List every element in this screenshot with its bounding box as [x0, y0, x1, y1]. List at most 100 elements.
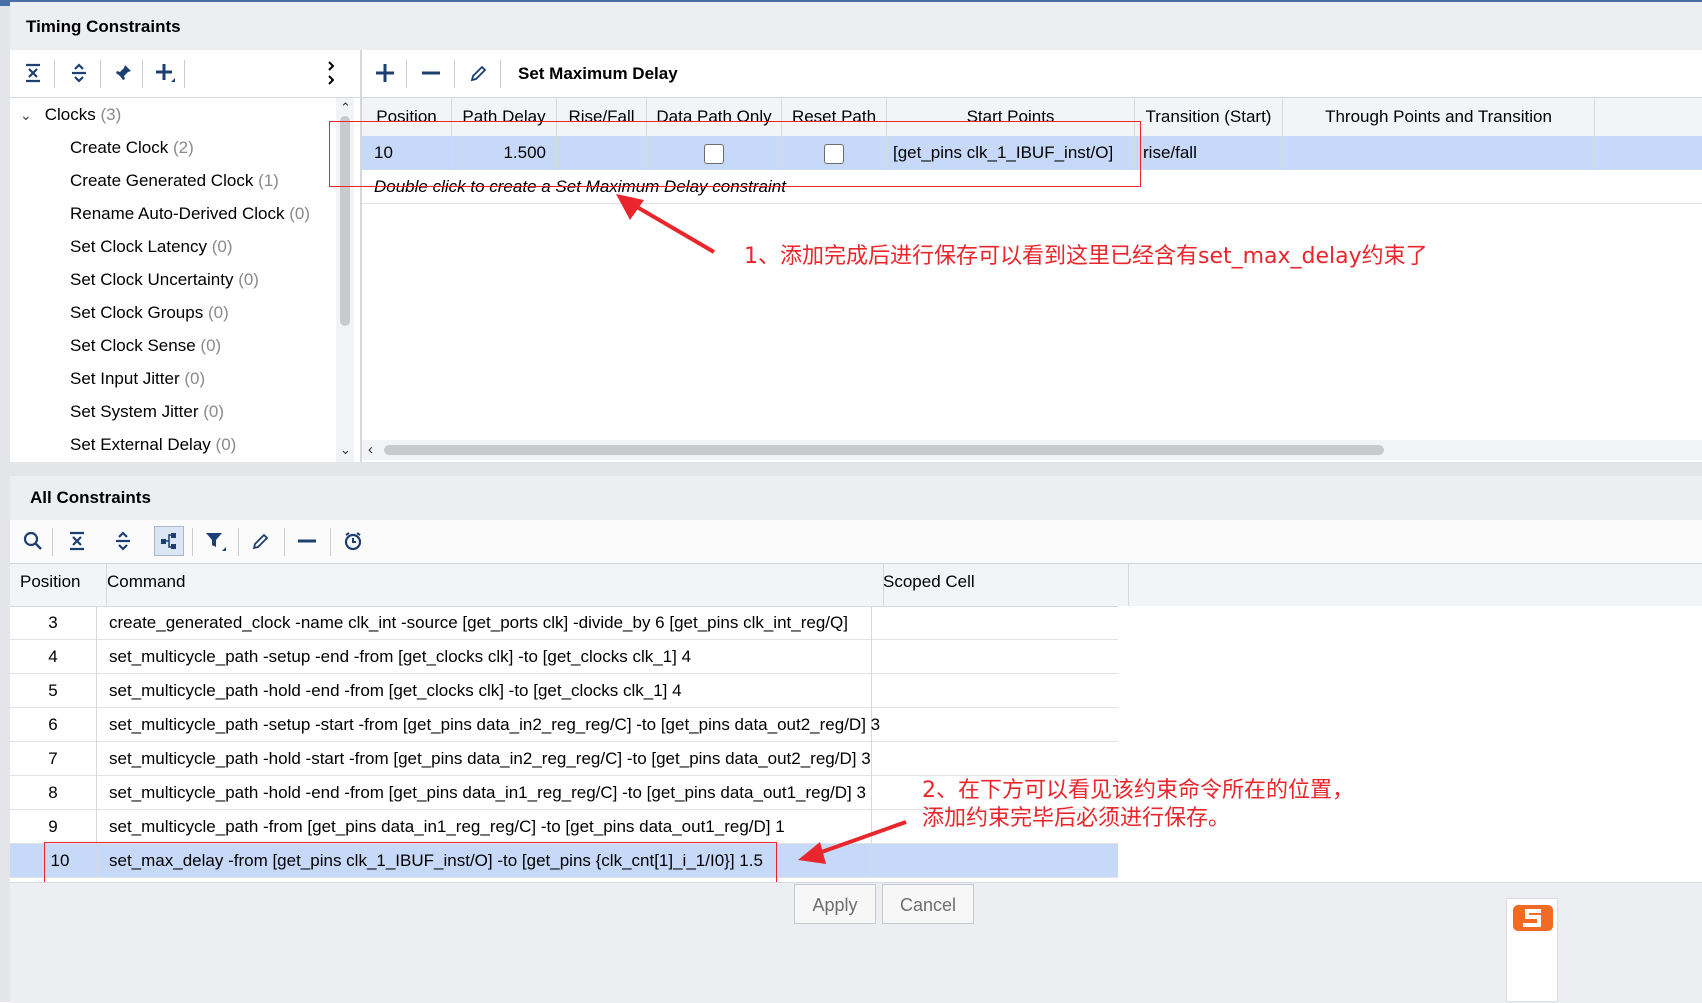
- cell-transition-start[interactable]: rise/fall: [1135, 136, 1283, 170]
- panel-title: Timing Constraints: [26, 17, 181, 36]
- tree-node-label: Set Clock Latency: [70, 237, 208, 256]
- toolbar-separator: [406, 60, 407, 88]
- column-header-command[interactable]: Command: [97, 564, 884, 606]
- scroll-down-icon[interactable]: ⌄: [340, 442, 351, 458]
- annotation-note-1: 1、添加完成后进行保存可以看到这里已经含有set_max_delay约束了: [744, 244, 1428, 269]
- column-header-scoped-cell[interactable]: Scoped Cell: [873, 564, 1129, 606]
- expand-all-icon[interactable]: [110, 528, 136, 554]
- tree-node-label: Set System Jitter: [70, 402, 199, 421]
- all-constraints-toolbar: [10, 520, 1702, 564]
- cell-through-points[interactable]: [1283, 136, 1595, 170]
- row-command: set_multicycle_path -setup -end -from [g…: [96, 640, 872, 674]
- row-command: set_multicycle_path -hold -end -from [ge…: [96, 776, 872, 810]
- tree-node-create-generated-clock[interactable]: Create Generated Clock (1): [70, 164, 279, 198]
- scroll-up-icon[interactable]: ⌃: [340, 100, 351, 116]
- tree-node-label: Set Clock Groups: [70, 303, 204, 322]
- group-by-type-icon[interactable]: [154, 526, 184, 556]
- tree-node-set-input-jitter[interactable]: Set Input Jitter (0): [70, 362, 205, 396]
- tree-node-rename-auto-derived-clock[interactable]: Rename Auto-Derived Clock (0): [70, 197, 310, 231]
- tree-node-label: Clocks: [44, 105, 96, 124]
- editor-title: Set Maximum Delay: [518, 64, 678, 83]
- row-position: 9: [48, 817, 58, 836]
- highlight-box-editor-row: [329, 121, 1141, 187]
- expand-all-icon[interactable]: [66, 60, 92, 86]
- tree-node-set-clock-latency[interactable]: Set Clock Latency (0): [70, 230, 233, 264]
- panel-gap: [10, 462, 1702, 476]
- filter-icon[interactable]: [202, 528, 228, 554]
- tree-node-label: Set Clock Sense: [70, 336, 196, 355]
- edit-pencil-icon[interactable]: [248, 528, 274, 554]
- arrow-icon: [798, 820, 907, 864]
- all-constraints-rows: 3 create_generated_clock -name clk_int -…: [10, 606, 1118, 882]
- toolbar-separator: [454, 60, 455, 88]
- tree-node-label: Set External Delay: [70, 435, 211, 454]
- tree-node-count: (0): [200, 336, 222, 355]
- scroll-left-icon[interactable]: ‹: [368, 441, 373, 458]
- cancel-button[interactable]: Cancel: [882, 884, 974, 924]
- tree-node-count: (0): [238, 270, 259, 289]
- row-position: 7: [48, 749, 58, 768]
- annotation-note-2-line-2: 添加约束完毕后必须进行保存。: [922, 806, 1231, 831]
- toolbar-separator: [238, 528, 239, 556]
- toolbar-separator: [100, 60, 101, 88]
- tree-node-set-clock-sense[interactable]: Set Clock Sense (0): [70, 329, 221, 363]
- table-empty-area: [1118, 606, 1702, 882]
- tree-node-label: Set Input Jitter: [70, 369, 180, 388]
- toolbar-separator: [284, 528, 285, 556]
- add-constraint-icon[interactable]: [152, 60, 178, 86]
- tree-node-set-clock-groups[interactable]: Set Clock Groups (0): [70, 296, 229, 330]
- tree-node-label: Create Clock: [70, 138, 169, 157]
- toolbar-separator: [500, 60, 501, 88]
- apply-button[interactable]: Apply: [794, 884, 876, 924]
- table-row[interactable]: 6 set_multicycle_path -setup -start -fro…: [10, 708, 1118, 742]
- window-left-gutter: [0, 6, 10, 1002]
- tree-node-label: Create Generated Clock: [70, 171, 254, 190]
- tree-node-count: (0): [203, 402, 224, 421]
- tree-node-create-clock[interactable]: Create Clock (2): [70, 131, 194, 165]
- tree-node-label: Set Clock Uncertainty: [70, 270, 234, 289]
- collapse-all-icon[interactable]: [20, 60, 46, 86]
- row-position: 3: [48, 613, 58, 632]
- tree-node-clocks[interactable]: ⌄ Clocks (3): [20, 98, 121, 132]
- table-row[interactable]: 5 set_multicycle_path -hold -end -from […: [10, 674, 1118, 708]
- column-header-position[interactable]: Position: [10, 564, 107, 606]
- all-constraints-title: All Constraints: [10, 476, 1702, 520]
- toolbar-separator: [184, 60, 185, 88]
- toolbar-separator: [52, 528, 53, 556]
- column-header-transition-start[interactable]: Transition (Start): [1135, 98, 1283, 136]
- tree-node-set-external-delay[interactable]: Set External Delay (0): [70, 428, 236, 462]
- all-constraints-header: Position Command Scoped Cell: [10, 564, 1702, 607]
- remove-icon[interactable]: [418, 60, 444, 86]
- row-command: set_multicycle_path -setup -start -from …: [96, 708, 880, 742]
- table-row[interactable]: 7 set_multicycle_path -hold -start -from…: [10, 742, 1118, 776]
- collapse-all-icon[interactable]: [64, 528, 90, 554]
- tree-node-set-clock-uncertainty[interactable]: Set Clock Uncertainty (0): [70, 263, 259, 297]
- pin-icon[interactable]: [110, 60, 136, 86]
- toolbar-separator: [142, 60, 143, 88]
- row-command: set_multicycle_path -hold -end -from [ge…: [96, 674, 872, 708]
- row-position: 5: [48, 681, 58, 700]
- row-command: set_multicycle_path -hold -start -from […: [96, 742, 872, 776]
- row-position: 4: [48, 647, 58, 666]
- tree-node-set-system-jitter[interactable]: Set System Jitter (0): [70, 395, 224, 429]
- search-icon[interactable]: [20, 528, 46, 554]
- splitter-handle-icon[interactable]: [328, 58, 335, 88]
- edit-pencil-icon[interactable]: [466, 60, 492, 86]
- horizontal-scrollbar-thumb[interactable]: [384, 445, 1384, 455]
- horizontal-scrollbar[interactable]: ‹: [362, 440, 1702, 460]
- column-header-through-points[interactable]: Through Points and Transition: [1283, 98, 1595, 136]
- timer-icon[interactable]: [340, 528, 366, 554]
- chevron-down-icon[interactable]: ⌄: [20, 98, 40, 132]
- constraint-tree: ⌄ Clocks (3) Create Clock (2) Create Gen…: [10, 98, 326, 462]
- tree-node-count: (0): [184, 369, 206, 388]
- ime-logo-icon: [1506, 898, 1558, 1002]
- table-row[interactable]: 4 set_multicycle_path -setup -end -from …: [10, 640, 1118, 674]
- row-command: set_multicycle_path -from [get_pins data…: [96, 810, 872, 844]
- tree-node-count: (0): [211, 237, 233, 256]
- row-command: create_generated_clock -name clk_int -so…: [96, 606, 872, 640]
- tree-node-count: (3): [100, 105, 122, 124]
- remove-icon[interactable]: [294, 528, 320, 554]
- table-row[interactable]: 3 create_generated_clock -name clk_int -…: [10, 606, 1118, 640]
- tree-node-label: Rename Auto-Derived Clock: [70, 204, 285, 223]
- add-icon[interactable]: [372, 60, 398, 86]
